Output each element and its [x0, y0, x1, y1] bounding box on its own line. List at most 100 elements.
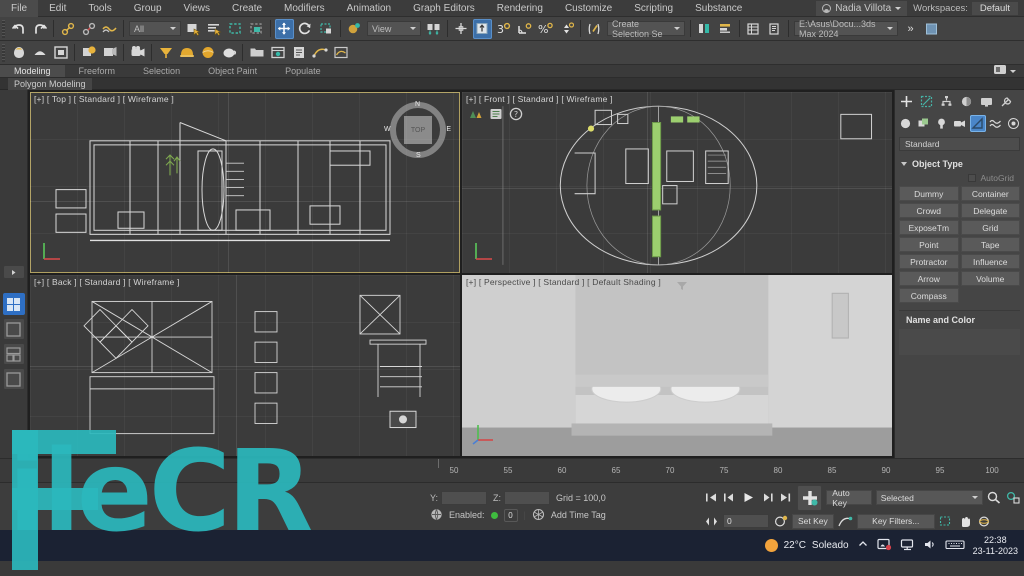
menu-item-group[interactable]: Group [123, 0, 173, 17]
view-cube[interactable]: TOP N S E W [384, 101, 451, 159]
scene-path-dropdown[interactable]: E:\Asus\Docu...3ds Max 2024 [794, 19, 898, 39]
chevron-down-icon[interactable] [1010, 69, 1016, 73]
view-cube-south[interactable]: S [416, 152, 421, 159]
key-curve-icon[interactable] [838, 515, 853, 528]
select-and-rotate-icon[interactable] [296, 19, 315, 39]
display-tab[interactable] [977, 93, 996, 110]
key-filters-button[interactable]: Key Filters... [856, 513, 935, 529]
menu-item-modifiers[interactable]: Modifiers [273, 0, 336, 17]
select-by-name-icon[interactable] [205, 19, 224, 39]
crowd-button[interactable]: Crowd [899, 203, 959, 218]
viewport-top-label[interactable]: [+] [ Top ] [ Standard ] [ Wireframe ] [34, 94, 174, 104]
select-and-move-icon[interactable] [275, 18, 294, 39]
polygon-modeling-panel-label[interactable]: Polygon Modeling [8, 77, 92, 90]
layout-expand-button[interactable] [2, 265, 25, 279]
viewport-perspective-label[interactable]: [+] [ Perspective ] [ Standard ] [ Defau… [466, 277, 661, 287]
help-icon[interactable]: ? [508, 106, 523, 121]
timeline-ruler[interactable]: 50 55 60 65 70 75 80 85 90 95 100 [0, 458, 1024, 482]
menu-item-animation[interactable]: Animation [336, 0, 402, 17]
chevron-up-icon[interactable] [857, 538, 869, 553]
snap-3d-icon[interactable]: 3 [494, 19, 513, 39]
go-to-start-icon[interactable] [704, 491, 719, 504]
layout-four-viewports-button[interactable] [2, 293, 25, 315]
orbit-icon[interactable] [977, 515, 992, 528]
named-selection-sets-dropdown[interactable]: Create Selection Se [607, 19, 685, 39]
menu-item-rendering[interactable]: Rendering [486, 0, 554, 17]
ribbon-tab-selection[interactable]: Selection [129, 65, 194, 77]
ribbon-display-icon[interactable] [994, 65, 1006, 77]
subcategory-dropdown[interactable]: Standard [899, 137, 1020, 151]
name-and-color-body[interactable] [899, 329, 1020, 355]
container-button[interactable]: Container [960, 186, 1020, 201]
active-shade-icon[interactable] [128, 43, 147, 63]
menu-item-file[interactable]: File [0, 0, 39, 17]
add-time-tag-label[interactable]: Add Time Tag [551, 510, 606, 520]
toolbar-grip[interactable] [2, 43, 5, 62]
toolbar-grip[interactable] [2, 19, 5, 38]
keyboard-icon[interactable] [945, 538, 965, 554]
render-frame-icon[interactable] [51, 43, 70, 63]
shapes-icon[interactable] [915, 115, 931, 132]
menu-item-customize[interactable]: Customize [554, 0, 623, 17]
window-crossing-icon[interactable] [247, 19, 266, 39]
timeline-ticks[interactable]: 50 55 60 65 70 75 80 85 90 95 100 [430, 459, 1024, 483]
user-account-button[interactable]: Nadia Villota [816, 1, 908, 16]
rect-selection-region-icon[interactable] [226, 19, 245, 39]
modify-tab[interactable] [917, 93, 936, 110]
cameras-icon[interactable] [951, 115, 967, 132]
list-icon[interactable] [488, 106, 503, 121]
workspace-selector[interactable]: Default [971, 2, 1018, 15]
pan-hand-icon[interactable] [958, 515, 973, 528]
asset-tracking-icon[interactable] [268, 43, 287, 63]
viewport-filter-icon[interactable] [676, 280, 688, 292]
utilities-tab[interactable] [997, 93, 1016, 110]
select-object-icon[interactable] [184, 19, 203, 39]
menu-item-create[interactable]: Create [221, 0, 273, 17]
geometry-icon[interactable] [897, 115, 913, 132]
play-animation-icon[interactable] [741, 491, 756, 504]
hard-hat-icon[interactable] [177, 43, 196, 63]
project-folder-icon[interactable] [247, 43, 266, 63]
view-cube-face[interactable]: TOP [404, 116, 432, 144]
link-icon[interactable] [58, 19, 77, 39]
coordinate-z-input[interactable] [504, 490, 551, 505]
keyboard-shortcut-override-icon[interactable] [430, 508, 443, 523]
menu-item-views[interactable]: Views [173, 0, 222, 17]
clock-widget[interactable]: 22:38 23-11-2023 [973, 535, 1018, 557]
menu-item-tools[interactable]: Tools [77, 0, 122, 17]
mirror-icon[interactable] [695, 19, 714, 39]
motion-tab[interactable] [957, 93, 976, 110]
autogrid-row[interactable]: AutoGrid [899, 171, 1020, 186]
script-icon[interactable] [289, 43, 308, 63]
volume-button[interactable]: Volume [960, 271, 1020, 286]
menu-item-scripting[interactable]: Scripting [623, 0, 684, 17]
light-icon[interactable] [156, 43, 175, 63]
ribbon-tab-modeling[interactable]: Modeling [0, 65, 65, 77]
redo-icon[interactable] [30, 19, 49, 39]
influence-button[interactable]: Influence [960, 254, 1020, 269]
viewport-front[interactable]: [+] [ Front ] [ Standard ] [ Wireframe ]… [462, 92, 892, 273]
protractor-button[interactable]: Protractor [899, 254, 959, 269]
current-frame-input[interactable]: 0 [723, 514, 769, 528]
spinner-snap-icon[interactable] [557, 19, 576, 39]
layout-alt-viewport-button[interactable] [2, 368, 25, 390]
selection-filter-dropdown[interactable]: All [129, 21, 181, 36]
curve-editor-icon[interactable] [331, 43, 350, 63]
previous-frame-icon[interactable] [723, 491, 738, 504]
weather-widget[interactable]: 22°C Soleado [764, 539, 849, 552]
coordinate-y-field[interactable]: Y: [430, 490, 488, 505]
grid-button[interactable]: Grid [960, 220, 1020, 235]
next-frame-icon[interactable] [760, 491, 775, 504]
ribbon-tab-populate[interactable]: Populate [271, 65, 335, 77]
pivot-center-icon[interactable] [424, 19, 443, 39]
space-warps-icon[interactable] [988, 115, 1004, 132]
sphere-icon[interactable] [198, 43, 217, 63]
systems-icon[interactable] [1006, 115, 1022, 132]
exposetm-button[interactable]: ExposeTm [899, 220, 959, 235]
reference-coordinate-dropdown[interactable]: View [367, 21, 421, 36]
trees-icon[interactable] [468, 106, 483, 121]
angle-snap-icon[interactable] [515, 19, 534, 39]
ribbon-tab-object-paint[interactable]: Object Paint [194, 65, 271, 77]
teapot-icon[interactable] [219, 43, 238, 63]
arrow-button[interactable]: Arrow [899, 271, 959, 286]
